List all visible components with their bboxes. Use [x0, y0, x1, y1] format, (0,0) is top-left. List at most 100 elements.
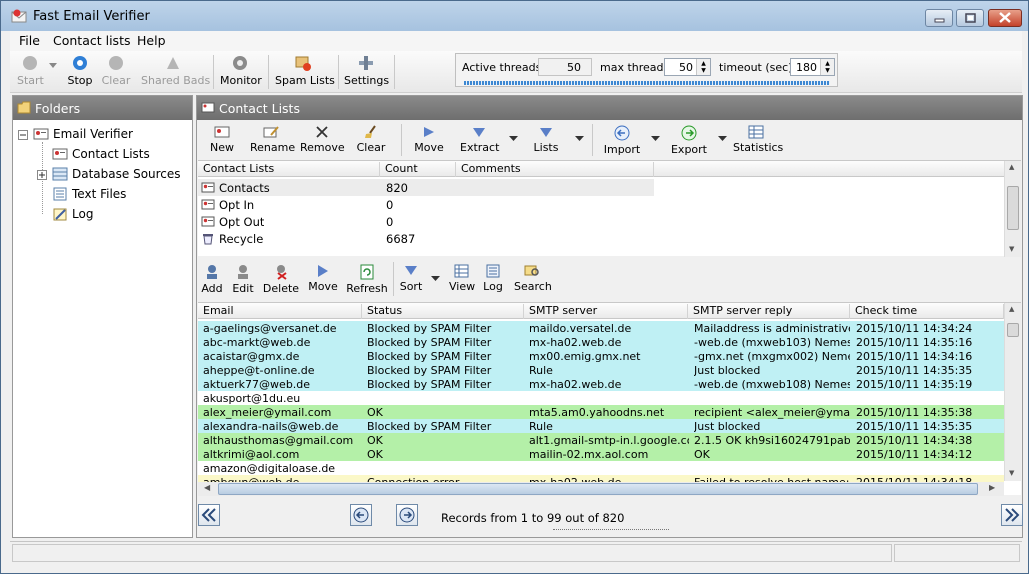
- email-cell-email: acaistar@gmx.de: [203, 350, 300, 363]
- log-button[interactable]: Log: [482, 264, 504, 293]
- email-cell-reply: 2.1.5 OK kh9si16024791pab...: [694, 434, 850, 447]
- refresh-button[interactable]: Refresh: [346, 264, 388, 295]
- list-name: Recycle: [219, 232, 264, 246]
- sort-dropdown-icon[interactable]: [431, 276, 440, 281]
- email-row[interactable]: althausthomas@gmail.com OK alt1.gmail-smtp…: [198, 433, 1004, 447]
- email-row[interactable]: acaistar@gmx.de Blocked by SPAM Filter mx0…: [198, 349, 1004, 363]
- rename-list-button[interactable]: Rename: [250, 125, 295, 154]
- start-button[interactable]: Start: [17, 54, 44, 87]
- expand-icon[interactable]: [37, 170, 49, 182]
- start-dropdown-icon[interactable]: [49, 63, 57, 68]
- move-email-button[interactable]: Move: [307, 264, 339, 293]
- column-comments[interactable]: Comments: [456, 162, 654, 177]
- email-cell-time: 2015/10/11 14:34:24: [856, 322, 973, 335]
- clear-list-button[interactable]: Clear: [356, 125, 386, 154]
- scroll-up-icon[interactable]: ▲: [1009, 305, 1014, 313]
- spam-lists-button[interactable]: Spam Lists: [275, 54, 335, 87]
- contact-list-row[interactable]: Contacts 820: [198, 179, 654, 196]
- first-page-button[interactable]: [198, 504, 220, 526]
- toolbar-separator: [338, 55, 339, 89]
- contact-list-row[interactable]: Recycle 6687: [198, 230, 654, 247]
- edit-email-button[interactable]: Edit: [231, 264, 255, 295]
- email-row[interactable]: altkrimi@aol.com OK mailin-02.mx.aol.com OK…: [198, 447, 1004, 461]
- delete-email-button[interactable]: Delete: [262, 264, 300, 295]
- scrollbar-thumb[interactable]: [1007, 323, 1019, 337]
- stepper-arrows-icon[interactable]: ▲ ▼: [696, 59, 710, 75]
- export-button[interactable]: Export: [669, 125, 709, 156]
- log-icon: [53, 208, 67, 221]
- sort-button[interactable]: Sort: [398, 264, 424, 293]
- email-row[interactable]: akusport@1du.eu: [198, 391, 1004, 405]
- column-smtp-server[interactable]: SMTP server: [524, 304, 688, 319]
- email-table: Email Status SMTP server SMTP server rep…: [198, 302, 1021, 496]
- contact-list-row[interactable]: Opt Out 0: [198, 213, 654, 230]
- email-cell-email: amazon@digitaloase.de: [203, 462, 336, 475]
- minimize-button[interactable]: [925, 9, 953, 27]
- column-status[interactable]: Status: [362, 304, 524, 319]
- settings-button[interactable]: Settings: [344, 54, 389, 87]
- import-dropdown-icon[interactable]: [651, 136, 660, 141]
- next-page-button[interactable]: [396, 504, 418, 526]
- column-check-time[interactable]: Check time: [850, 304, 1004, 319]
- move-list-button[interactable]: Move: [413, 125, 445, 154]
- previous-page-button[interactable]: [350, 504, 372, 526]
- lists-dropdown-icon[interactable]: [575, 136, 584, 141]
- statistics-button[interactable]: Statistics: [733, 125, 783, 154]
- remove-list-button[interactable]: Remove: [300, 125, 345, 154]
- email-row[interactable]: aktuerk77@web.de Blocked by SPAM Filter mx…: [198, 377, 1004, 391]
- email-row[interactable]: aheppe@t-online.de Blocked by SPAM Filter…: [198, 363, 1004, 377]
- status-panel-main: [12, 544, 892, 562]
- horizontal-scrollbar-thumb[interactable]: [218, 483, 978, 495]
- email-cell-smtp: maildo.versatel.de: [529, 322, 632, 335]
- email-horizontal-scrollbar[interactable]: ◀ ▶: [198, 482, 1004, 496]
- email-scrollbar[interactable]: ▲ ▼: [1004, 303, 1021, 481]
- scrollbar-thumb[interactable]: [1007, 186, 1019, 230]
- email-cell-time: 2015/10/11 14:35:35: [856, 364, 973, 377]
- monitor-button[interactable]: Monitor: [220, 54, 262, 87]
- email-row[interactable]: alexandra-nails@web.de Blocked by SPAM Fi…: [198, 419, 1004, 433]
- scroll-right-icon[interactable]: ▶: [989, 483, 995, 492]
- shared-bads-button[interactable]: Shared Bads: [141, 54, 210, 87]
- max-threads-stepper[interactable]: 50 ▲ ▼: [664, 58, 711, 76]
- clear-icon: [109, 56, 123, 70]
- collapse-icon[interactable]: [18, 130, 30, 142]
- last-page-button[interactable]: [1001, 504, 1023, 526]
- column-count[interactable]: Count: [380, 162, 456, 177]
- contact-list-row[interactable]: Opt In 0: [198, 196, 654, 213]
- maximize-button[interactable]: [956, 9, 984, 27]
- extract-dropdown-icon[interactable]: [509, 136, 518, 141]
- export-dropdown-icon[interactable]: [718, 136, 727, 141]
- menu-file[interactable]: File: [19, 33, 40, 48]
- add-email-button[interactable]: Add: [201, 264, 223, 295]
- scroll-down-icon[interactable]: ▼: [1009, 469, 1014, 477]
- column-contact-lists[interactable]: Contact Lists: [198, 162, 380, 177]
- email-row[interactable]: a-gaelings@versanet.de Blocked by SPAM Fi…: [198, 321, 1004, 335]
- stepper-arrows-icon[interactable]: ▲ ▼: [820, 59, 834, 75]
- search-button[interactable]: Search: [514, 264, 552, 293]
- contact-lists-scrollbar[interactable]: ▲ ▼: [1004, 161, 1021, 257]
- email-cell-status: Blocked by SPAM Filter: [367, 378, 492, 391]
- email-rows: a-gaelings@versanet.de Blocked by SPAM Fi…: [198, 321, 1004, 485]
- scroll-up-icon[interactable]: ▲: [1009, 163, 1014, 171]
- column-smtp-reply[interactable]: SMTP server reply: [688, 304, 850, 319]
- email-row[interactable]: abc-markt@web.de Blocked by SPAM Filter mx…: [198, 335, 1004, 349]
- email-row[interactable]: alex_meier@ymail.com OK mta5.am0.yahoodns.…: [198, 405, 1004, 419]
- clear-button[interactable]: Clear: [101, 54, 131, 87]
- timeout-stepper[interactable]: 180 ▲ ▼: [790, 58, 835, 76]
- extract-button[interactable]: Extract: [460, 125, 499, 154]
- new-list-button[interactable]: New: [207, 125, 237, 154]
- view-button[interactable]: View: [449, 264, 475, 293]
- arrow-right-icon: [318, 265, 328, 277]
- column-email[interactable]: Email: [198, 304, 362, 319]
- scroll-down-icon[interactable]: ▼: [1009, 245, 1014, 253]
- stop-button[interactable]: Stop: [66, 54, 94, 87]
- import-button[interactable]: Import: [602, 125, 642, 156]
- email-row[interactable]: amazon@digitaloase.de: [198, 461, 1004, 475]
- table-icon: [454, 264, 468, 278]
- lists-button[interactable]: Lists: [531, 125, 561, 154]
- scroll-left-icon[interactable]: ◀: [204, 483, 210, 492]
- close-button[interactable]: [988, 9, 1022, 27]
- pager-splitter[interactable]: [553, 529, 669, 537]
- menu-contact-lists[interactable]: Contact lists: [53, 33, 130, 48]
- menu-help[interactable]: Help: [137, 33, 166, 48]
